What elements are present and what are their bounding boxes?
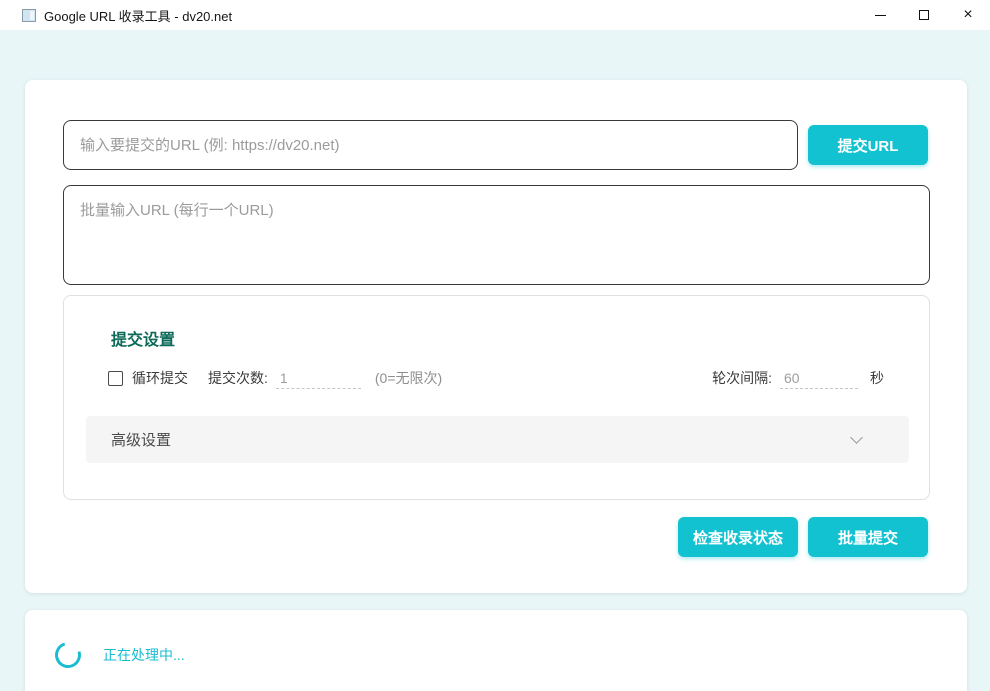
maximize-icon — [919, 10, 929, 20]
main-panel: 提交URL 提交设置 循环提交 提交次数: (0=无限次) 轮次间隔: 秒 高级… — [25, 80, 967, 593]
batch-submit-button[interactable]: 批量提交 — [808, 517, 928, 557]
chevron-down-icon — [850, 431, 863, 444]
round-interval-input[interactable] — [780, 368, 858, 389]
advanced-settings-toggle[interactable]: 高级设置 — [86, 416, 909, 463]
check-index-status-button[interactable]: 检查收录状态 — [678, 517, 798, 557]
advanced-settings-label: 高级设置 — [111, 429, 171, 450]
loop-submit-checkbox[interactable] — [108, 371, 123, 386]
window-controls: × — [858, 0, 990, 30]
submit-url-button[interactable]: 提交URL — [808, 125, 928, 165]
settings-title: 提交设置 — [111, 326, 175, 350]
app-window-icon — [22, 9, 36, 22]
minimize-button[interactable] — [858, 0, 902, 30]
close-icon: × — [963, 7, 972, 23]
processing-status-text: 正在处理中... — [103, 610, 185, 691]
loading-spinner-icon — [50, 637, 85, 672]
round-interval-label: 轮次间隔: — [712, 368, 772, 388]
loop-submit-label: 循环提交 — [132, 368, 188, 388]
titlebar: Google URL 收录工具 - dv20.net × — [0, 0, 990, 30]
submit-count-hint: (0=无限次) — [375, 368, 442, 388]
url-input[interactable] — [63, 120, 798, 170]
maximize-button[interactable] — [902, 0, 946, 30]
app-background: 提交URL 提交设置 循环提交 提交次数: (0=无限次) 轮次间隔: 秒 高级… — [0, 30, 990, 691]
submit-count-input[interactable] — [276, 368, 361, 389]
minimize-icon — [875, 15, 886, 16]
settings-row: 循环提交 提交次数: (0=无限次) 轮次间隔: 秒 — [108, 364, 884, 392]
batch-url-textarea[interactable] — [63, 185, 930, 285]
window-title: Google URL 收录工具 - dv20.net — [44, 6, 232, 25]
submit-count-label: 提交次数: — [208, 368, 268, 388]
status-panel: 正在处理中... — [25, 610, 967, 691]
close-button[interactable]: × — [946, 0, 990, 30]
settings-panel: 提交设置 循环提交 提交次数: (0=无限次) 轮次间隔: 秒 高级设置 — [63, 295, 930, 500]
round-interval-unit: 秒 — [870, 368, 884, 388]
